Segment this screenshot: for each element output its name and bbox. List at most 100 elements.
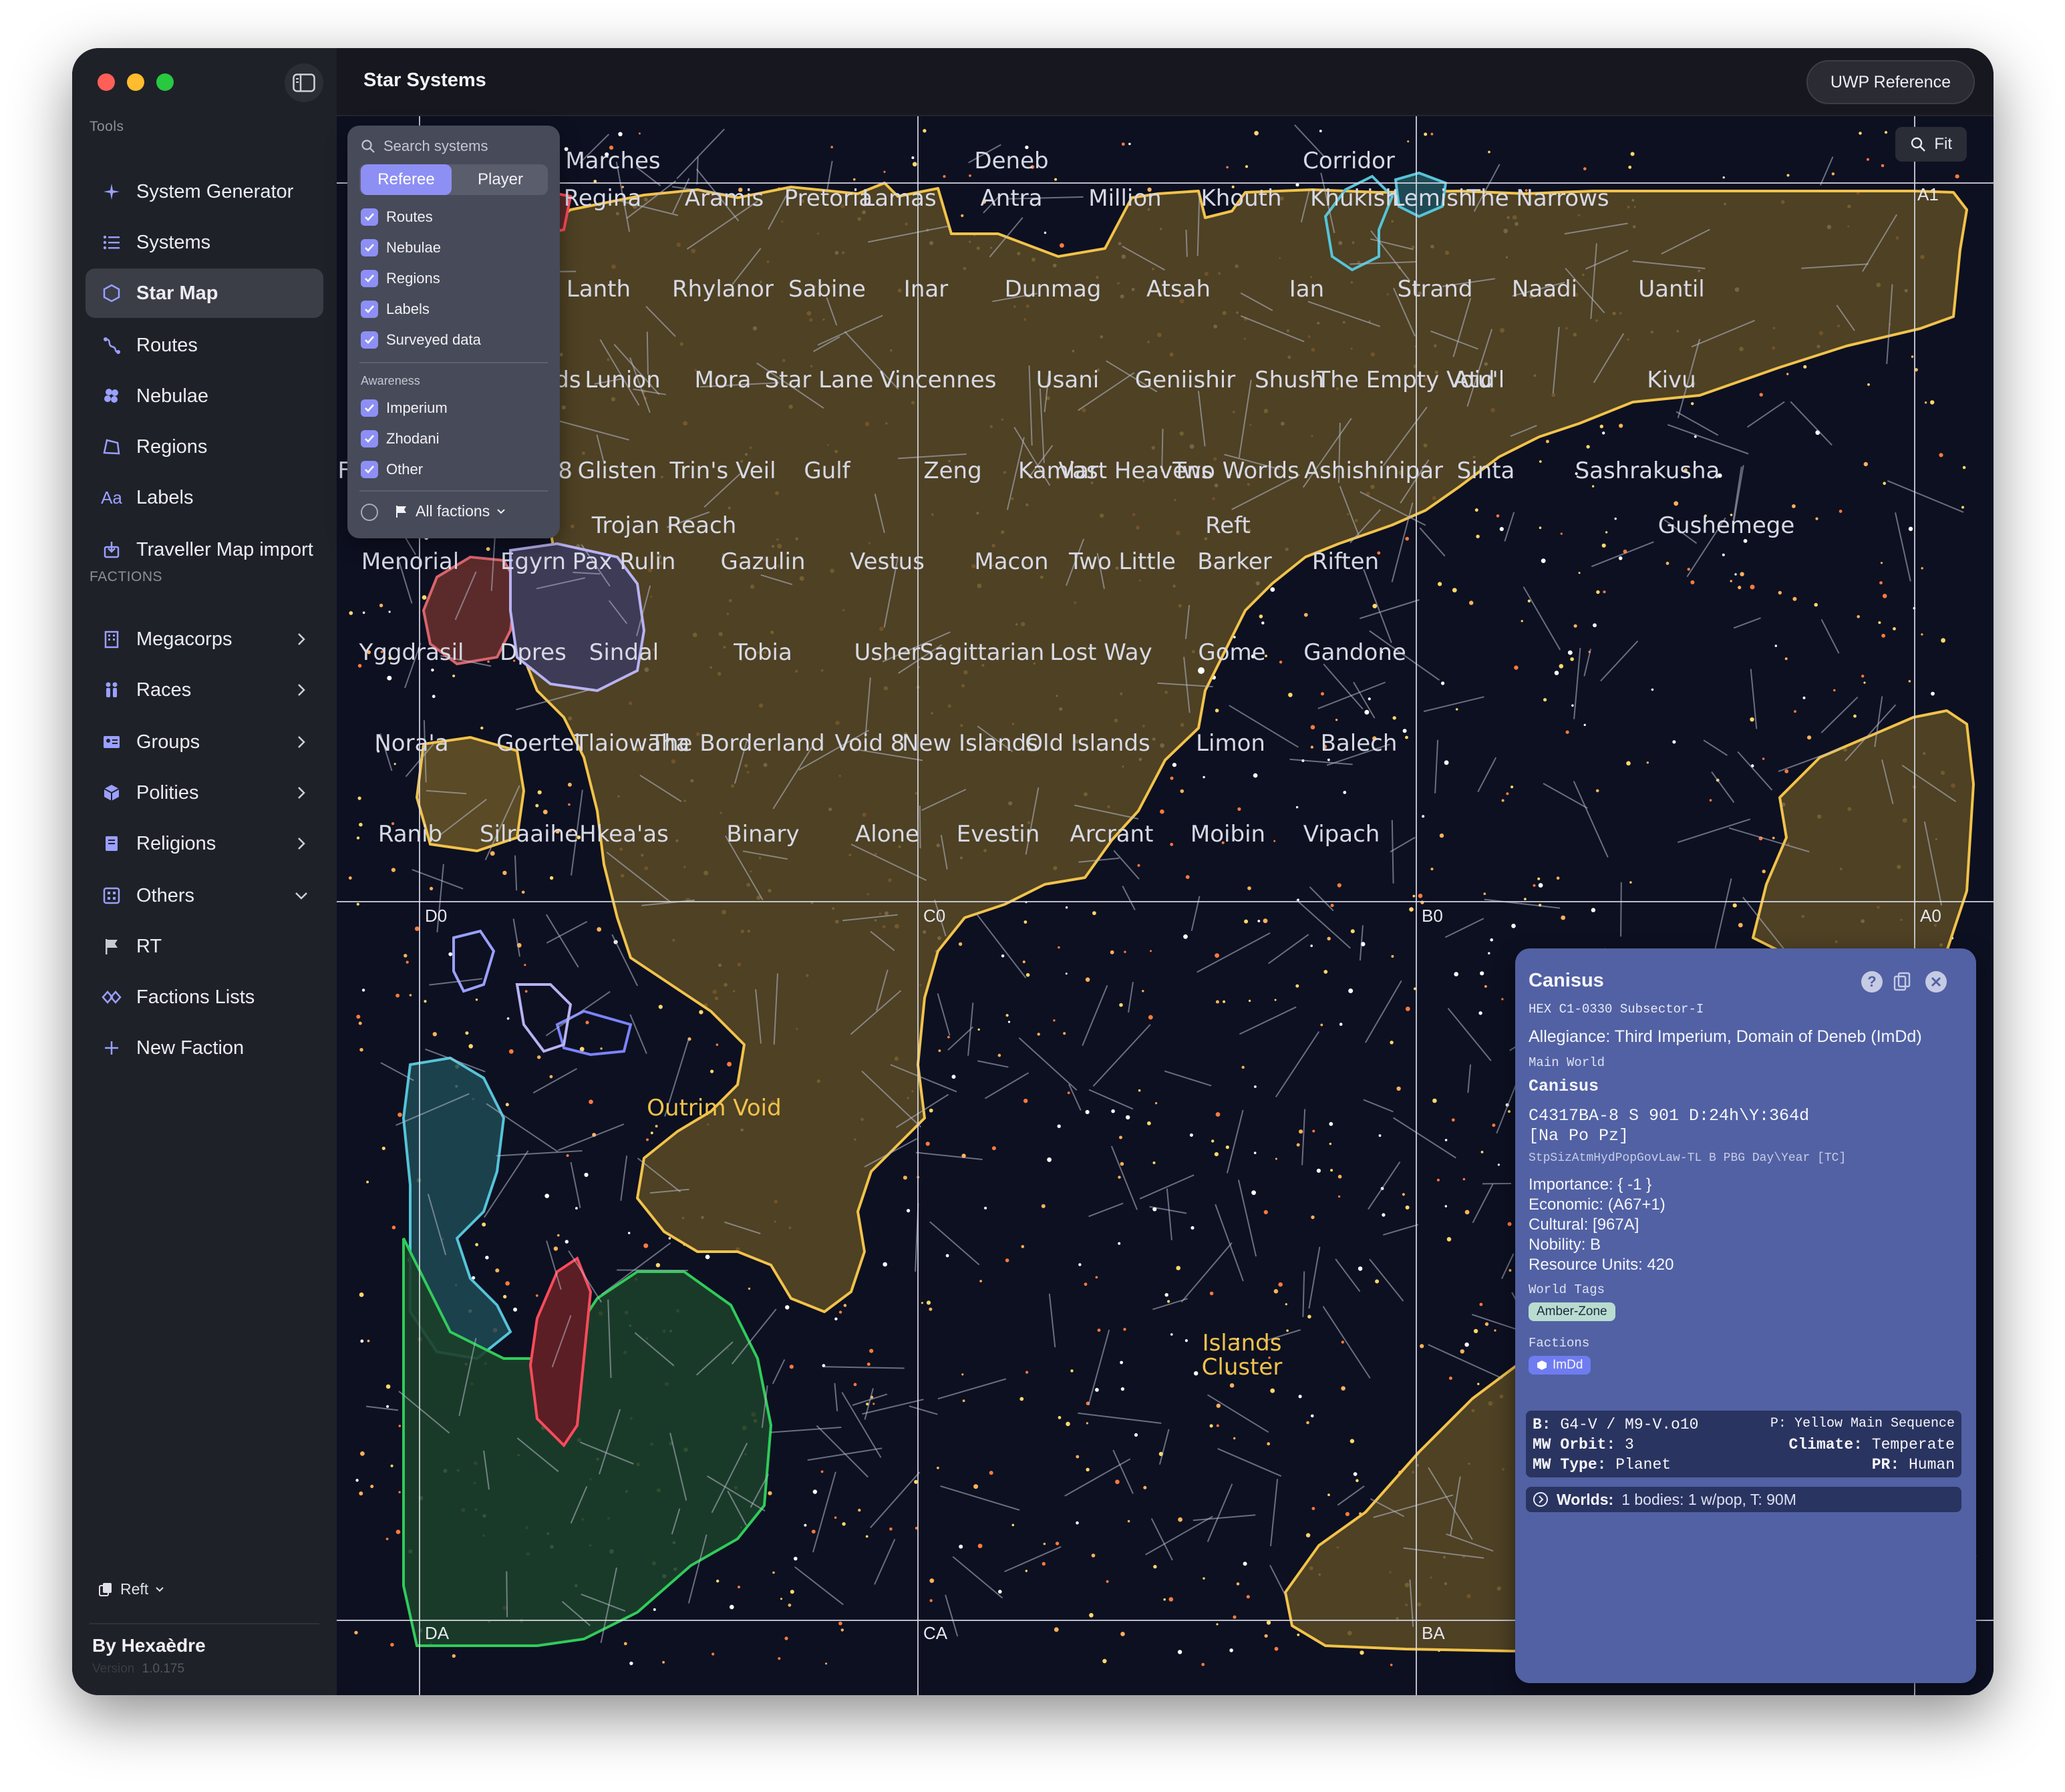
- star-system-dot[interactable]: [1474, 508, 1478, 512]
- star-system-dot[interactable]: [1150, 950, 1152, 952]
- star-system-dot[interactable]: [1120, 1361, 1123, 1365]
- star-system-dot[interactable]: [998, 1590, 1002, 1594]
- star-system-dot[interactable]: [600, 1047, 603, 1050]
- star-system-dot[interactable]: [1019, 1397, 1024, 1401]
- star-system-dot[interactable]: [1586, 445, 1590, 449]
- star-system-dot[interactable]: [1086, 1467, 1090, 1471]
- star-system-dot[interactable]: [1484, 1322, 1489, 1326]
- star-system-dot[interactable]: [629, 1661, 633, 1666]
- star-system-dot[interactable]: [1303, 612, 1308, 617]
- star-system-dot[interactable]: [1402, 729, 1407, 733]
- star-system-dot[interactable]: [1602, 431, 1605, 435]
- star-system-dot[interactable]: [1583, 167, 1587, 170]
- star-system-dot[interactable]: [379, 603, 383, 608]
- star-system-dot[interactable]: [544, 1194, 549, 1198]
- star-system-dot[interactable]: [1802, 696, 1806, 699]
- star-system-dot[interactable]: [1878, 621, 1881, 624]
- star-system-dot[interactable]: [487, 660, 490, 663]
- star-system-dot[interactable]: [1571, 704, 1574, 707]
- star-system-dot[interactable]: [869, 1349, 874, 1353]
- other-checkbox[interactable]: Other: [361, 461, 423, 478]
- star-system-dot[interactable]: [1452, 588, 1457, 592]
- star-system-dot[interactable]: [1506, 792, 1509, 795]
- star-system-dot[interactable]: [1734, 573, 1737, 576]
- star-system-dot[interactable]: [1599, 424, 1603, 429]
- star-system-dot[interactable]: [448, 952, 453, 956]
- star-system-dot[interactable]: [1382, 1213, 1386, 1217]
- star-system-dot[interactable]: [1560, 532, 1563, 535]
- star-system-dot[interactable]: [549, 1075, 553, 1079]
- nav-regions[interactable]: Regions: [86, 422, 323, 472]
- star-system-dot[interactable]: [486, 547, 490, 551]
- star-system-dot[interactable]: [575, 1207, 578, 1210]
- star-system-dot[interactable]: [1477, 1383, 1480, 1385]
- star-system-dot[interactable]: [838, 1310, 842, 1314]
- star-system-dot[interactable]: [1511, 924, 1516, 928]
- star-system-dot[interactable]: [1420, 1344, 1424, 1349]
- star-system-dot[interactable]: [646, 1138, 649, 1141]
- star-system-dot[interactable]: [1047, 1157, 1052, 1162]
- star-system-dot[interactable]: [789, 1365, 794, 1369]
- star-system-dot[interactable]: [357, 796, 361, 800]
- fit-button[interactable]: Fit: [1895, 127, 1967, 162]
- star-system-dot[interactable]: [452, 1654, 456, 1658]
- star-system-dot[interactable]: [356, 902, 359, 906]
- star-system-dot[interactable]: [1483, 892, 1486, 895]
- star-system-dot[interactable]: [1709, 799, 1712, 801]
- star-system-dot[interactable]: [1494, 1329, 1496, 1332]
- star-system-dot[interactable]: [1259, 614, 1263, 618]
- star-system-dot[interactable]: [1335, 719, 1338, 721]
- star-system-dot[interactable]: [568, 803, 571, 806]
- mode-player-tab[interactable]: Player: [454, 164, 546, 195]
- star-system-dot[interactable]: [1251, 1190, 1256, 1196]
- star-system-dot[interactable]: [1484, 985, 1487, 988]
- star-system-dot[interactable]: [1833, 689, 1836, 692]
- star-system-dot[interactable]: [834, 1317, 838, 1320]
- star-system-dot[interactable]: [784, 1636, 788, 1640]
- star-system-dot[interactable]: [1022, 960, 1025, 964]
- star-system-dot[interactable]: [1501, 998, 1504, 1001]
- star-system-dot[interactable]: [780, 1598, 782, 1600]
- star-system-dot[interactable]: [1464, 1210, 1470, 1215]
- star-system-dot[interactable]: [387, 675, 392, 681]
- star-system-dot[interactable]: [465, 1031, 469, 1035]
- star-system-dot[interactable]: [937, 1466, 939, 1469]
- star-system-dot[interactable]: [485, 1256, 489, 1260]
- star-system-dot[interactable]: [1288, 693, 1293, 697]
- star-system-dot[interactable]: [788, 1603, 792, 1607]
- nav-labels[interactable]: Aa Labels: [86, 473, 323, 522]
- star-system-dot[interactable]: [1279, 661, 1283, 664]
- star-system-dot[interactable]: [989, 1471, 993, 1475]
- star-system-dot[interactable]: [1170, 842, 1174, 846]
- star-system-dot[interactable]: [1605, 531, 1608, 534]
- star-system-dot[interactable]: [1143, 1485, 1147, 1489]
- star-system-dot[interactable]: [842, 1522, 846, 1526]
- star-system-dot[interactable]: [1225, 1145, 1229, 1149]
- star-system-dot[interactable]: [959, 1544, 963, 1549]
- star-system-dot[interactable]: [1123, 1328, 1126, 1331]
- star-system-dot[interactable]: [662, 1660, 665, 1664]
- star-system-dot[interactable]: [1296, 1143, 1300, 1147]
- star-system-dot[interactable]: [537, 790, 542, 795]
- star-system-dot[interactable]: [1215, 709, 1219, 713]
- star-system-dot[interactable]: [1911, 355, 1914, 358]
- star-system-dot[interactable]: [1803, 365, 1807, 369]
- star-system-dot[interactable]: [1462, 1178, 1466, 1181]
- star-system-dot[interactable]: [1310, 725, 1315, 730]
- star-system-dot[interactable]: [549, 876, 554, 880]
- star-system-dot[interactable]: [1058, 946, 1060, 949]
- star-system-dot[interactable]: [658, 1005, 663, 1009]
- star-system-dot[interactable]: [1329, 1142, 1332, 1145]
- star-system-dot[interactable]: [565, 1240, 569, 1244]
- star-system-dot[interactable]: [355, 1479, 359, 1482]
- star-system-dot[interactable]: [1593, 623, 1597, 628]
- star-system-dot[interactable]: [1092, 911, 1096, 916]
- star-system-dot[interactable]: [1962, 466, 1966, 470]
- star-system-dot[interactable]: [1750, 584, 1755, 590]
- star-system-dot[interactable]: [1360, 1650, 1364, 1655]
- star-system-dot[interactable]: [1121, 142, 1125, 146]
- star-system-dot[interactable]: [945, 1254, 949, 1258]
- star-system-dot[interactable]: [923, 129, 927, 133]
- star-system-dot[interactable]: [1350, 929, 1355, 934]
- star-system-dot[interactable]: [475, 1243, 478, 1246]
